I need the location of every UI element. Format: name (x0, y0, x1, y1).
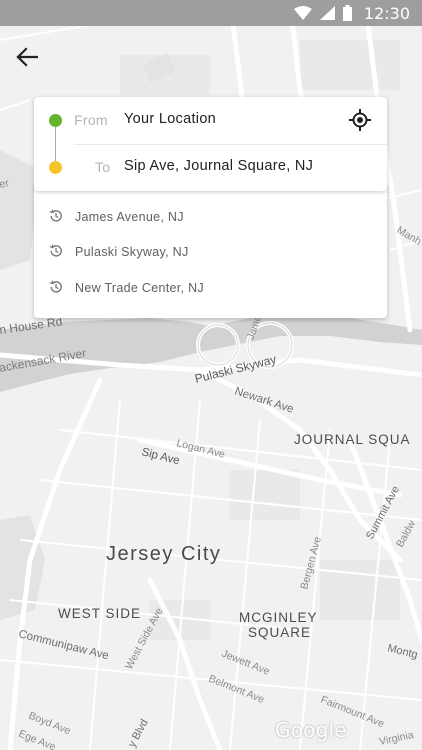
route-card: From Your Location To Sip Ave, Journal S… (34, 97, 387, 191)
history-item-new-trade-center[interactable]: New Trade Center, NJ (34, 270, 387, 305)
map-label-square: SQUARE (248, 625, 311, 640)
map-label-mcginley: MCGINLEY (239, 610, 318, 625)
history-item-james-avenue[interactable]: James Avenue, NJ (34, 199, 387, 234)
gps-target-icon[interactable] (349, 109, 371, 131)
status-bar: 12:30 (0, 0, 422, 26)
history-item-label: Pulaski Skyway, NJ (75, 244, 189, 259)
history-item-pulaski-skyway[interactable]: Pulaski Skyway, NJ (34, 234, 387, 269)
to-value: Sip Ave, Journal Square, NJ (124, 158, 314, 174)
from-value: Your Location (124, 111, 217, 127)
history-item-label: New Trade Center, NJ (75, 280, 204, 295)
from-field[interactable]: From Your Location (34, 97, 343, 144)
cellular-signal-icon (319, 6, 335, 20)
google-logo: Google (275, 718, 347, 742)
status-time: 12:30 (363, 3, 410, 23)
battery-icon (342, 5, 352, 21)
wifi-icon (293, 6, 312, 20)
history-item-label: James Avenue, NJ (75, 209, 184, 224)
history-icon (49, 244, 62, 257)
map-label-journal-square: JOURNAL SQUA (294, 432, 411, 447)
history-list: James Avenue, NJ Pulaski Skyway, NJ New … (34, 186, 387, 318)
history-icon (49, 280, 62, 293)
back-button[interactable] (12, 42, 42, 72)
to-field[interactable]: To Sip Ave, Journal Square, NJ (34, 144, 387, 191)
history-icon (49, 209, 62, 222)
map-label-west-side: WEST SIDE (58, 606, 141, 621)
map-label-jersey-city: Jersey City (106, 543, 221, 565)
from-label: From (74, 112, 108, 128)
to-label: To (95, 159, 111, 175)
arrow-left-icon (16, 47, 38, 67)
